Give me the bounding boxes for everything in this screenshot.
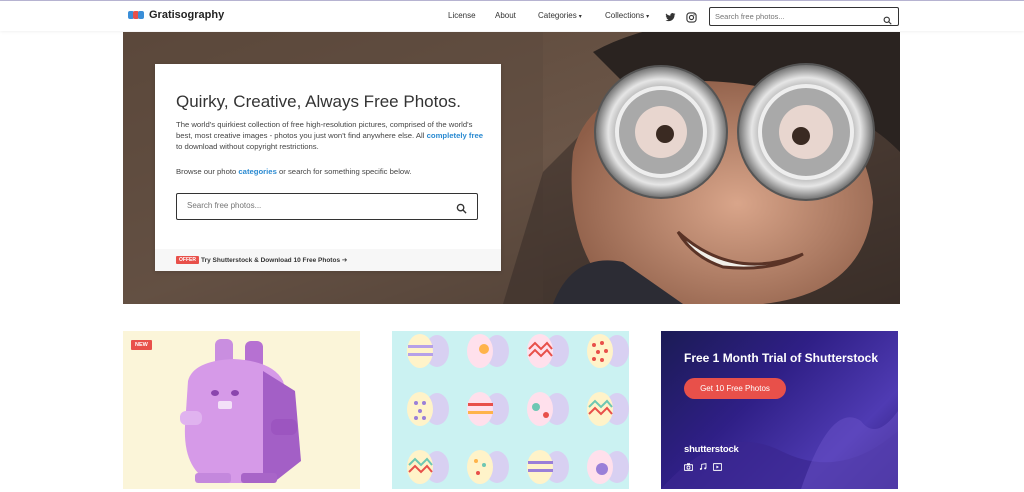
nav-license[interactable]: License bbox=[448, 11, 476, 20]
hero-title: Quirky, Creative, Always Free Photos. bbox=[176, 92, 462, 111]
arrow-right-icon: ➔ bbox=[341, 257, 348, 264]
completely-free-link[interactable]: completely free bbox=[427, 131, 483, 140]
hero-search-input[interactable] bbox=[187, 201, 437, 210]
logo-icon bbox=[128, 9, 144, 21]
photo-card-eggs[interactable] bbox=[392, 331, 629, 489]
hero-description: The world's quirkiest collection of free… bbox=[176, 119, 486, 152]
camera-icon bbox=[683, 458, 694, 476]
shutterstock-promo-card[interactable]: Free 1 Month Trial of Shutterstock Get 1… bbox=[661, 331, 898, 489]
easter-eggs-pattern bbox=[407, 334, 629, 484]
new-badge: NEW bbox=[131, 340, 152, 350]
hero-card: Quirky, Creative, Always Free Photos. Th… bbox=[155, 64, 501, 271]
hero-browse-text: Browse our photo categories or search fo… bbox=[176, 167, 411, 176]
video-icon bbox=[712, 458, 723, 476]
top-search-box bbox=[709, 7, 899, 26]
categories-link[interactable]: categories bbox=[238, 167, 276, 176]
media-icons bbox=[683, 458, 723, 476]
shutterstock-logo: shutterstock bbox=[684, 444, 739, 455]
hero-search-box bbox=[176, 193, 478, 220]
nav-collections[interactable]: Collections ▾ bbox=[605, 11, 649, 20]
offer-link[interactable]: Try Shutterstock & Download 10 Free Phot… bbox=[201, 256, 347, 264]
browse-text-end: or search for something specific below. bbox=[276, 167, 412, 176]
promo-title: Free 1 Month Trial of Shutterstock bbox=[684, 351, 879, 365]
search-icon[interactable] bbox=[883, 12, 892, 30]
chevron-down-icon: ▾ bbox=[578, 14, 582, 20]
chevron-down-icon: ▾ bbox=[646, 14, 650, 20]
twitter-icon[interactable] bbox=[665, 10, 676, 22]
top-navbar: Gratisography License About Categories ▾ … bbox=[0, 1, 1024, 31]
offer-badge: OFFER bbox=[176, 256, 199, 264]
hero-desc-text-end: to download without copyright restrictio… bbox=[176, 142, 319, 151]
brand-logo[interactable]: Gratisography bbox=[128, 9, 224, 21]
nav-categories-label: Categories bbox=[538, 11, 577, 20]
top-search-input[interactable] bbox=[715, 11, 875, 22]
brand-name: Gratisography bbox=[149, 9, 225, 21]
nav-collections-label: Collections bbox=[605, 11, 645, 20]
browse-text: Browse our photo bbox=[176, 167, 239, 176]
get-free-photos-button[interactable]: Get 10 Free Photos bbox=[684, 378, 786, 399]
nav-categories[interactable]: Categories ▾ bbox=[538, 11, 582, 20]
hero-banner: Quirky, Creative, Always Free Photos. Th… bbox=[123, 32, 900, 304]
offer-text: Try Shutterstock & Download 10 Free Phot… bbox=[201, 257, 341, 264]
bunny-illustration bbox=[180, 339, 301, 483]
photo-card-bunny[interactable]: NEW bbox=[123, 331, 360, 489]
music-icon bbox=[699, 458, 707, 476]
nav-about[interactable]: About bbox=[495, 11, 516, 20]
offer-bar[interactable]: OFFER Try Shutterstock & Download 10 Fre… bbox=[155, 249, 501, 271]
search-icon[interactable] bbox=[456, 201, 467, 219]
instagram-icon[interactable] bbox=[686, 10, 697, 23]
